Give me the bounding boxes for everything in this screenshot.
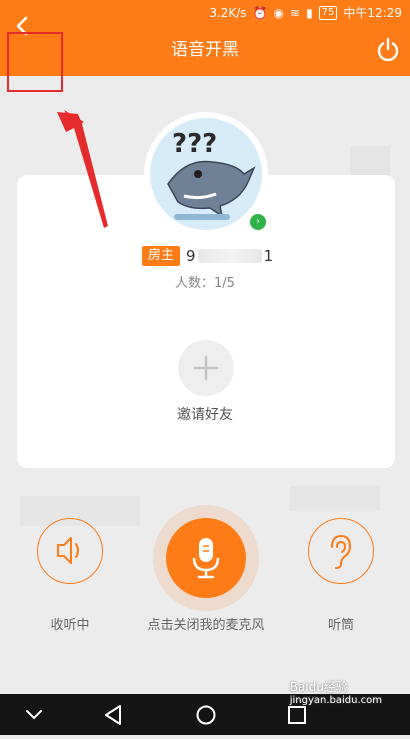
- baidu-watermark: Baidu经验 jingyan.baidu.com: [290, 678, 382, 706]
- microphone-icon: [192, 538, 220, 579]
- host-row: 房主 9 1: [142, 246, 273, 266]
- nav-back-icon[interactable]: [105, 705, 121, 725]
- host-name-end: 1: [263, 247, 274, 265]
- alarm-icon: ⏰: [252, 5, 268, 20]
- watermark-brand: Baidu经验: [289, 680, 348, 694]
- host-avatar[interactable]: ???: [150, 118, 262, 230]
- host-name: 9 1: [186, 247, 273, 265]
- nav-home-icon[interactable]: [196, 705, 216, 725]
- battery-level: 75: [318, 5, 338, 20]
- nav-down-icon[interactable]: [26, 710, 42, 720]
- speaker-label: 收听中: [50, 618, 90, 633]
- power-icon[interactable]: [374, 36, 402, 64]
- plus-icon: [193, 355, 219, 381]
- microphone-label: 点击关闭我的麦克风: [147, 618, 265, 633]
- invite-label: 邀请好友: [177, 407, 233, 423]
- watermark-url: jingyan.baidu.com: [289, 695, 382, 706]
- host-name-blur: [197, 249, 262, 263]
- earpiece-button[interactable]: [308, 518, 374, 584]
- speaker-icon: [57, 537, 79, 564]
- microphone-button[interactable]: [166, 518, 246, 598]
- svg-text:???: ???: [172, 129, 217, 159]
- wifi-icon: ≋: [290, 5, 301, 20]
- host-tag: 房主: [142, 246, 181, 266]
- earpiece-label: 听筒: [327, 618, 354, 633]
- shark-avatar-icon: ???: [167, 129, 256, 220]
- nav-recents-icon[interactable]: [288, 706, 306, 724]
- clock: 中午12:29: [343, 6, 402, 20]
- eye-icon: ◉: [273, 5, 284, 20]
- member-count: 人数：1/5: [175, 276, 235, 291]
- host-name-start: 9: [186, 247, 196, 265]
- annotation-highlight-box: [7, 32, 63, 92]
- invite-friend-button[interactable]: [178, 340, 234, 396]
- speaker-button[interactable]: [37, 518, 103, 584]
- online-status-icon: ›: [248, 212, 268, 232]
- signal-icon: ▮: [306, 5, 313, 20]
- ear-icon: [331, 534, 352, 569]
- network-speed: 3.2K/s: [209, 5, 247, 20]
